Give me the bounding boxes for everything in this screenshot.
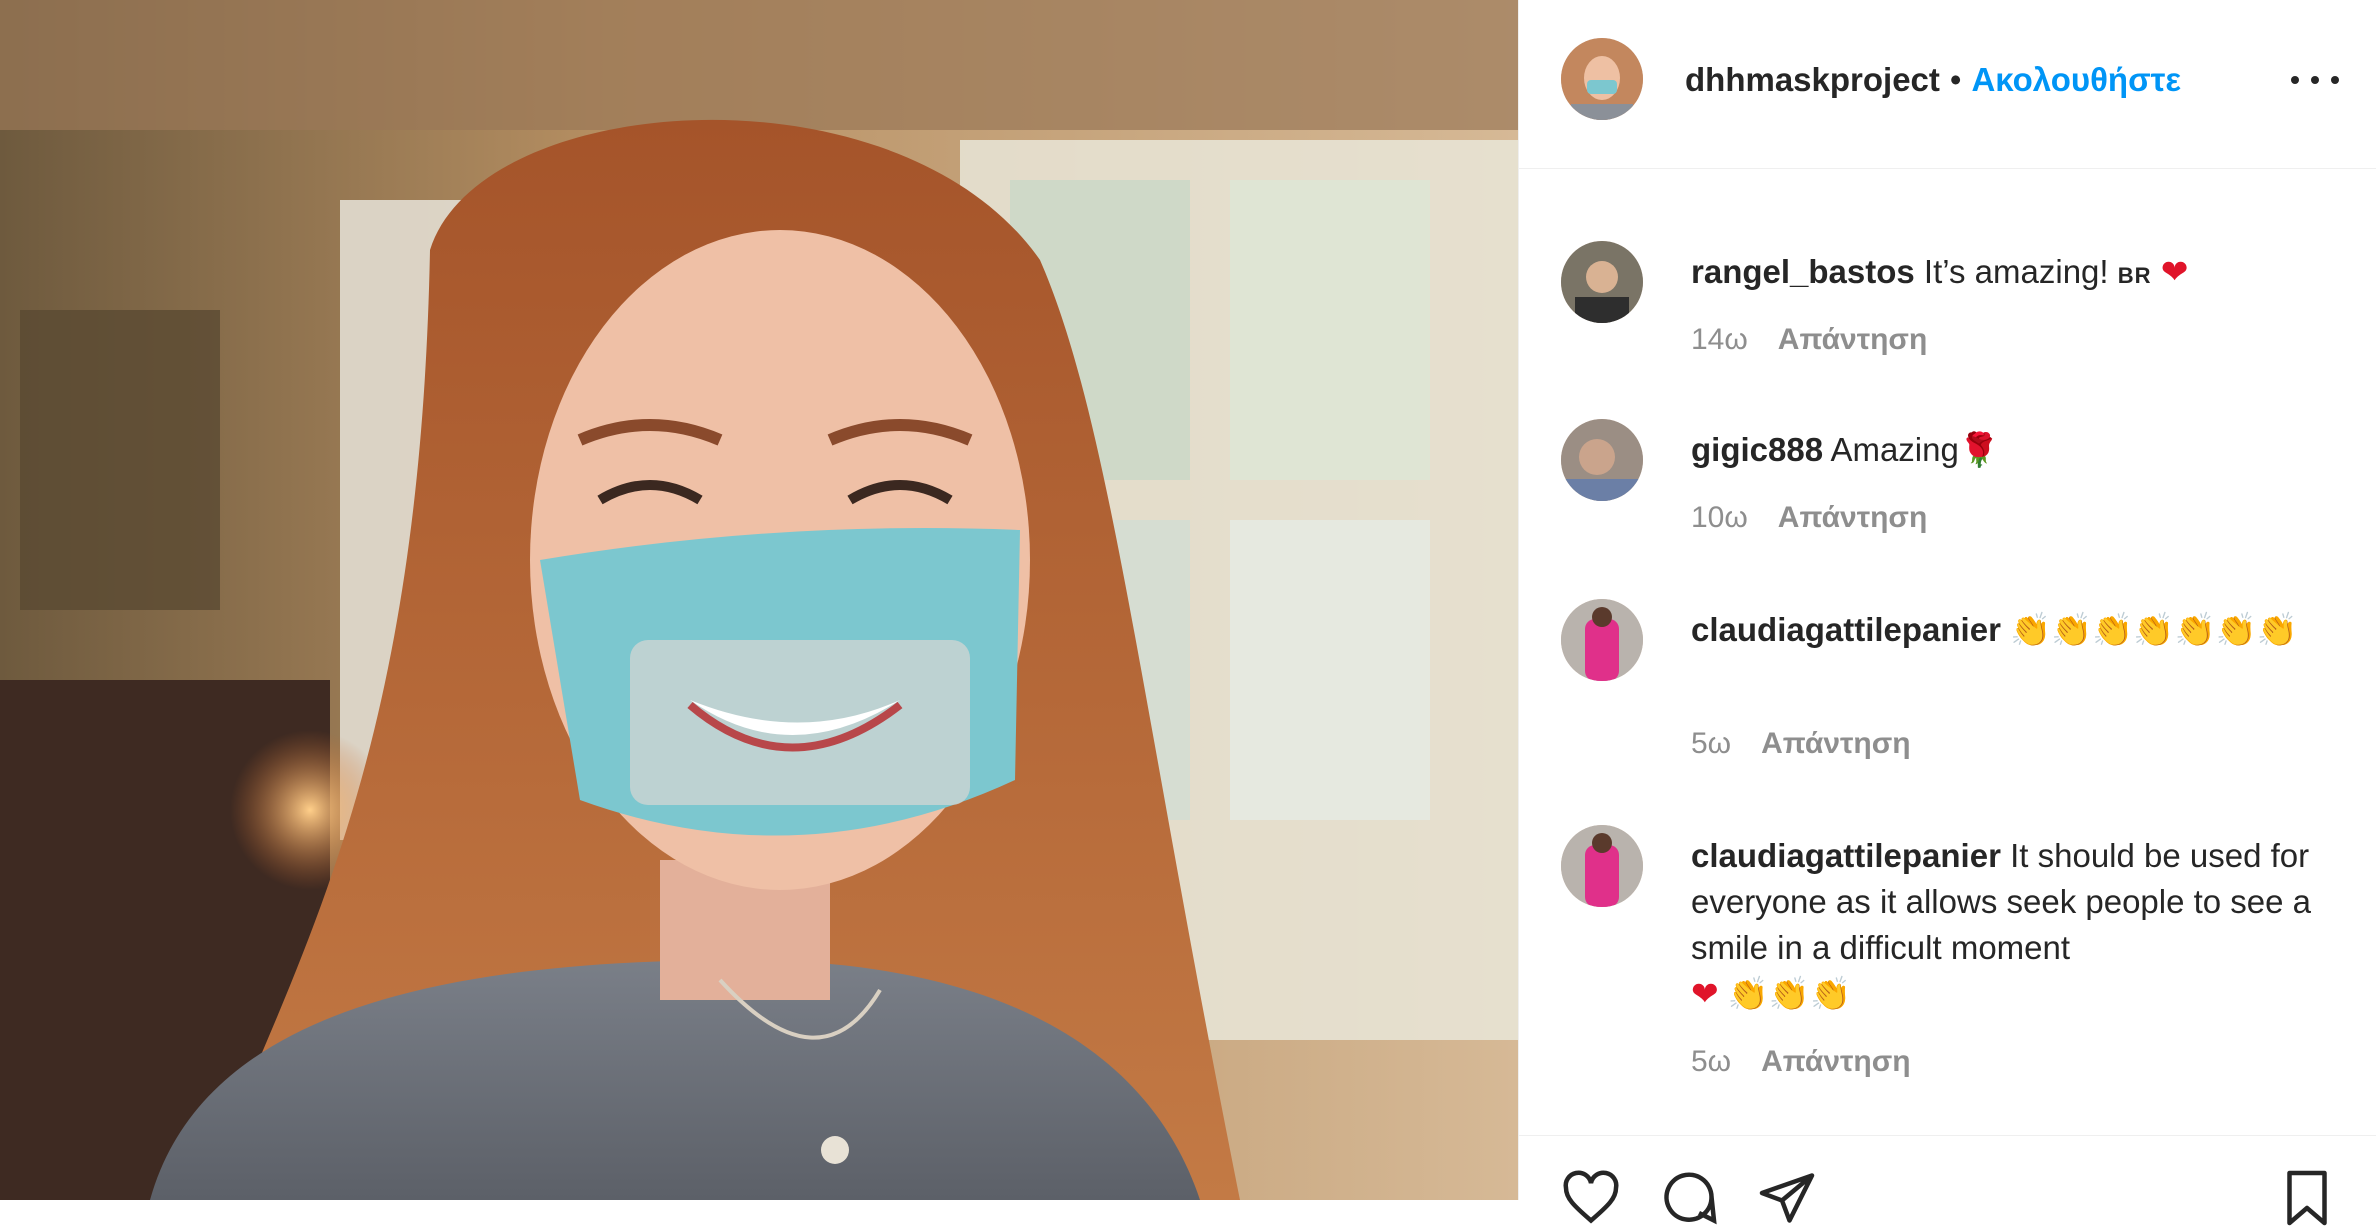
comment-list[interactable]: · · · rangel_bastos It’s amazing! BR ❤ 1… xyxy=(1519,169,2376,1134)
comment-time: 5ω xyxy=(1691,1045,1732,1078)
heart-emoji-icon: ❤ xyxy=(2160,253,2189,290)
separator-dot: • xyxy=(1949,61,1962,98)
rose-emoji-icon: 🌹 xyxy=(1958,431,2000,468)
comment-icon[interactable] xyxy=(1659,1168,1719,1228)
comment-time: 10ω xyxy=(1691,501,1748,534)
post-header: dhhmaskproject • Ακολουθήστε xyxy=(1519,0,2376,169)
reply-button[interactable]: Απάντηση xyxy=(1761,727,1911,760)
comment-text: Amazing xyxy=(1830,431,1959,468)
post-image xyxy=(0,0,1518,1200)
commenter-avatar[interactable] xyxy=(1561,241,1643,323)
clipped-previous-comment-meta: · · · xyxy=(1691,169,1738,177)
commenter-avatar-image xyxy=(1561,599,1643,681)
author-username[interactable]: dhhmaskproject xyxy=(1685,61,1940,98)
commenter-avatar-image xyxy=(1561,825,1643,907)
comment-username[interactable]: gigic888 xyxy=(1691,431,1823,468)
more-options-icon[interactable] xyxy=(2291,60,2339,100)
comment-username[interactable]: claudiagattilepanier xyxy=(1691,837,2001,874)
commenter-avatar-image xyxy=(1561,419,1643,501)
comment-meta: 5ω Απάντηση xyxy=(1691,1045,1911,1079)
comment-username[interactable]: rangel_bastos xyxy=(1691,253,1915,290)
flag-br-icon: BR xyxy=(2117,263,2152,288)
clapping-hands-emoji-icon: 👏👏👏👏👏👏👏 xyxy=(2010,611,2298,648)
comment-time: 14ω xyxy=(1691,323,1748,356)
reply-button[interactable]: Απάντηση xyxy=(1778,323,1928,356)
author-avatar-image xyxy=(1561,38,1643,120)
heart-emoji-icon: ❤ xyxy=(1691,975,1719,1012)
comment-username[interactable]: claudiagattilepanier xyxy=(1691,611,2001,648)
comment-meta: 14ω Απάντηση xyxy=(1691,323,1927,357)
comment-text: It’s amazing! xyxy=(1923,253,2109,290)
comment-meta: 5ω Απάντηση xyxy=(1691,727,1911,761)
reply-button[interactable]: Απάντηση xyxy=(1778,501,1928,534)
heart-icon[interactable] xyxy=(1561,1168,1621,1228)
follow-button[interactable]: Ακολουθήστε xyxy=(1971,61,2181,98)
commenter-avatar[interactable] xyxy=(1561,599,1643,681)
share-icon[interactable] xyxy=(1757,1168,1817,1228)
commenter-avatar-image xyxy=(1561,241,1643,323)
comment-time: 5ω xyxy=(1691,727,1732,760)
reply-button[interactable]: Απάντηση xyxy=(1761,1045,1911,1078)
action-bar xyxy=(1519,1135,2376,1226)
clapping-hands-emoji-icon: 👏👏👏 xyxy=(1727,975,1852,1012)
author-avatar[interactable] xyxy=(1561,38,1643,120)
post-photo[interactable] xyxy=(0,0,1518,1200)
comments-panel: dhhmaskproject•Ακολουθήστε · · · rangel_… xyxy=(1518,0,2376,1226)
commenter-avatar[interactable] xyxy=(1561,419,1643,501)
comment-meta: 10ω Απάντηση xyxy=(1691,501,1927,535)
bookmark-icon[interactable] xyxy=(2277,1168,2337,1228)
commenter-avatar[interactable] xyxy=(1561,825,1643,907)
